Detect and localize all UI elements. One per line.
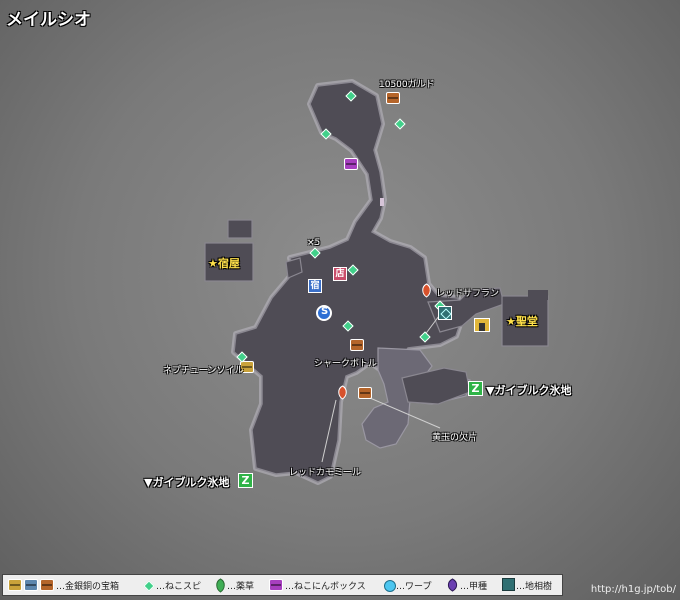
- church-door-icon[interactable]: [474, 318, 490, 332]
- legend-warp-label: …ワープ: [396, 582, 432, 592]
- gold-chest-icon: [8, 579, 22, 591]
- red-saffron-label: レッドサフラン: [436, 289, 500, 299]
- ley-tree-icon: [502, 578, 515, 591]
- site-url: http://h1g.jp/tob/: [590, 584, 676, 595]
- yellow-jade-label: 黄玉の欠片: [432, 433, 478, 443]
- herb-red-saffron-icon[interactable]: [421, 283, 432, 298]
- exit-southwest-label: ▼ガイブルク氷地: [144, 476, 230, 489]
- shop-sign-icon[interactable]: 店: [333, 267, 347, 281]
- inn-sign-icon[interactable]: 宿: [308, 279, 322, 293]
- bronze-chest-icon: [40, 579, 54, 591]
- legend-herb-label: …薬草: [227, 582, 255, 592]
- legend-ley-tree-label: …地相樹: [516, 582, 553, 592]
- neptune-oil-label: ネプチューンソイル: [163, 366, 244, 376]
- exit-east-label: ▼ガイブルク氷地: [486, 384, 572, 397]
- exit-southwest-icon[interactable]: Z: [238, 473, 253, 488]
- warp-icon: [384, 580, 396, 592]
- silver-chest-icon: [24, 579, 38, 591]
- map-area: [204, 79, 549, 485]
- legend-chests-label: …金銀銅の宝箱: [56, 582, 120, 592]
- cat-box-icon[interactable]: [344, 158, 358, 170]
- bronze-chest-icon[interactable]: [350, 339, 364, 351]
- shell-icon: [447, 578, 458, 592]
- bronze-chest-icon[interactable]: [386, 92, 400, 104]
- legend-cat-box-label: …ねこにんボックス: [285, 582, 366, 592]
- count-label: ×5: [307, 238, 321, 248]
- legend-cat-seed-label: …ねこスピ: [156, 582, 202, 592]
- cat-box-icon: [269, 579, 283, 591]
- red-chamomile-label: レッドカモミール: [289, 468, 362, 478]
- bronze-chest-icon[interactable]: [358, 387, 372, 399]
- legend-shell-label: …甲種: [460, 582, 488, 592]
- gold-reward-label: 10500ガルド: [379, 80, 435, 90]
- herb-icon: [216, 578, 225, 593]
- save-point-label: S: [321, 306, 329, 317]
- church-label: ★聖堂: [506, 315, 538, 328]
- ley-tree-icon[interactable]: [438, 306, 452, 320]
- cat-seed-icon: [143, 580, 155, 592]
- shark-bottle-label: シャークボトル: [314, 359, 378, 369]
- inn-label: ★宿屋: [208, 257, 240, 270]
- herb-red-chamomile-icon[interactable]: [337, 385, 348, 400]
- exit-east-icon[interactable]: Z: [468, 381, 483, 396]
- legend-bar: …金銀銅の宝箱 …ねこスピ …薬草 …ねこにんボックス …ワープ …甲種 …地相…: [2, 574, 563, 596]
- main-floor: [233, 81, 463, 483]
